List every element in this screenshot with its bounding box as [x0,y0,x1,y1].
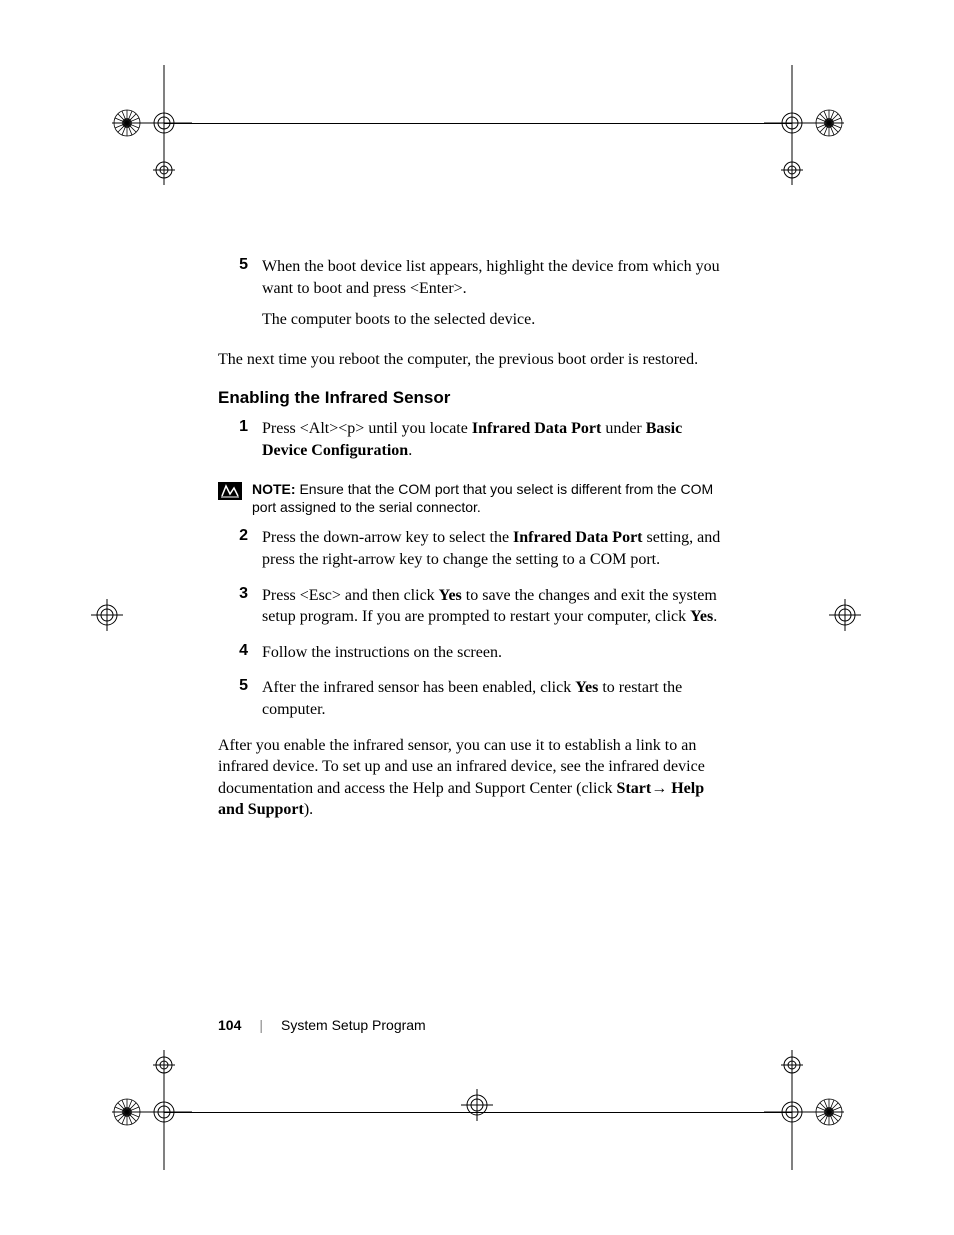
step-body: Press <Esc> and then click Yes to save t… [262,585,728,638]
crop-mark-icon [820,590,870,645]
crop-mark-icon [82,590,132,645]
step-body: When the boot device list appears, highl… [262,256,728,341]
list-item: 2 Press the down-arrow key to select the… [218,527,728,580]
step-number: 5 [218,256,262,341]
body-text: The computer boots to the selected devic… [262,309,728,331]
body-text: Follow the instructions on the screen. [262,642,728,664]
crop-mark-icon [72,65,192,190]
crop-line [164,123,792,124]
body-text: After you enable the infrared sensor, yo… [218,735,728,821]
page-number: 104 [218,1017,241,1033]
list-item: 1 Press <Alt><p> until you locate Infrar… [218,418,728,471]
body-text: Press <Alt><p> until you locate Infrared… [262,418,728,461]
body-text: Press the down-arrow key to select the I… [262,527,728,570]
crop-mark-icon [452,1080,502,1135]
list-item: 4 Follow the instructions on the screen. [218,642,728,674]
step-body: Follow the instructions on the screen. [262,642,728,674]
page-footer: 104 | System Setup Program [218,1017,426,1033]
page-content: 5 When the boot device list appears, hig… [218,256,728,837]
note-icon [218,482,242,500]
step-number: 1 [218,418,262,471]
step-body: After the infrared sensor has been enabl… [262,677,728,730]
step-number: 4 [218,642,262,674]
footer-title: System Setup Program [281,1017,426,1033]
list-item: 3 Press <Esc> and then click Yes to save… [218,585,728,638]
note-block: NOTE: Ensure that the COM port that you … [218,480,728,518]
body-text: Press <Esc> and then click Yes to save t… [262,585,728,628]
step-number: 3 [218,585,262,638]
step-number: 5 [218,677,262,730]
list-item: 5 When the boot device list appears, hig… [218,256,728,341]
crop-line [164,1112,792,1113]
crop-mark-icon [764,65,884,190]
step-body: Press <Alt><p> until you locate Infrared… [262,418,728,471]
section-heading: Enabling the Infrared Sensor [218,388,728,408]
step-number: 2 [218,527,262,580]
note-text: NOTE: Ensure that the COM port that you … [252,480,728,518]
list-item: 5 After the infrared sensor has been ena… [218,677,728,730]
body-text: After the infrared sensor has been enabl… [262,677,728,720]
step-body: Press the down-arrow key to select the I… [262,527,728,580]
body-text: When the boot device list appears, highl… [262,256,728,299]
footer-separator: | [259,1017,263,1033]
body-text: The next time you reboot the computer, t… [218,349,728,371]
